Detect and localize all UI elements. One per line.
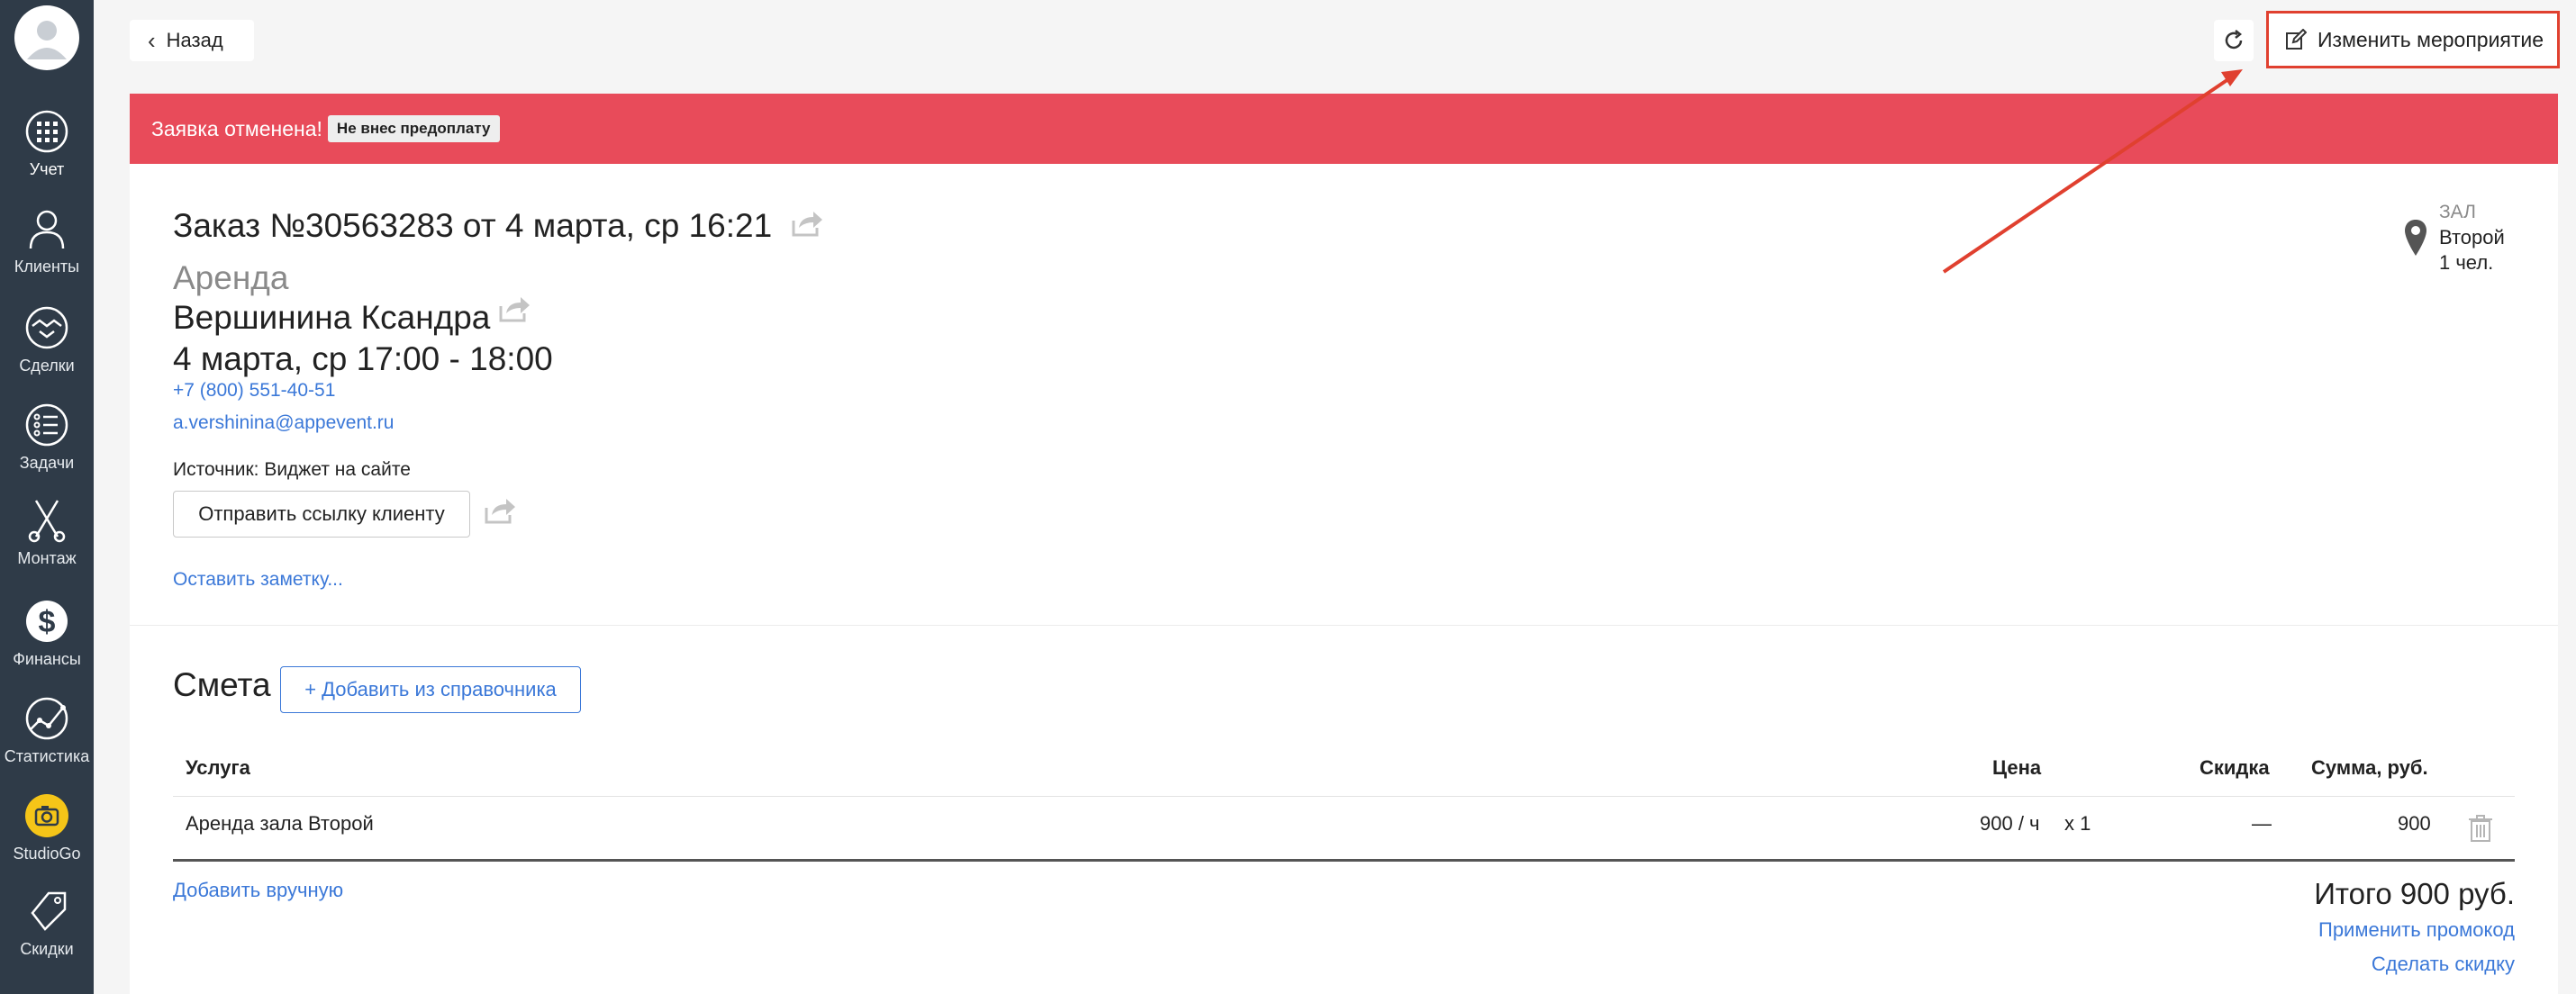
sidebar-item-label: Задачи [19, 454, 75, 472]
status-text: Заявка отменена! [151, 116, 322, 140]
table-cell-service: Аренда зала Второй [186, 812, 374, 835]
dollar-icon: $ [26, 601, 68, 642]
user-avatar-icon [27, 21, 67, 59]
table-cell-sum: 900 [2398, 812, 2431, 835]
column-header-discount: Скидка [2200, 756, 2270, 779]
client-name-text[interactable]: Вершинина Ксандра [173, 299, 490, 337]
table-cell-discount[interactable]: — [2252, 812, 2272, 836]
user-icon [29, 210, 65, 249]
client-phone-link[interactable]: +7 (800) 551-40-51 [173, 380, 335, 402]
sidebar-item-label: Учет [29, 160, 65, 178]
edit-icon [2286, 29, 2307, 50]
back-button-label: Назад [166, 29, 223, 51]
add-from-catalog-label: + Добавить из справочника [304, 678, 557, 700]
refresh-icon [2225, 30, 2243, 50]
leave-note-link[interactable]: Оставить заметку... [173, 569, 343, 591]
refresh-button[interactable] [2214, 20, 2254, 61]
hall-name: Второй [2439, 226, 2505, 248]
hall-info: ЗАЛ Второй 1 чел. [2403, 200, 2505, 276]
sale-tag-icon [31, 891, 67, 931]
sidebar-item-deals[interactable]: Сделки [0, 304, 94, 375]
delete-row-icon[interactable] [2468, 814, 2493, 847]
sidebar-item-studiogo[interactable]: StudioGo [0, 792, 94, 863]
column-header-service: Услуга [186, 756, 250, 779]
order-title: Заказ №30563283 от 4 марта, ср 16:21 [173, 207, 824, 245]
sidebar-item-statistics[interactable]: Статистика [0, 695, 94, 766]
client-name: Вершинина Ксандра [173, 297, 531, 337]
sidebar-item-tasks[interactable]: Задачи [0, 402, 94, 473]
order-card: Заявка отменена! Не внес предоплату Зака… [130, 94, 2558, 994]
send-link-label: Отправить ссылку клиенту [198, 502, 445, 525]
sidebar-item-label: Сделки [19, 357, 75, 375]
tasks-icon [25, 403, 68, 447]
scissors-icon [28, 500, 66, 543]
camera-icon [25, 794, 68, 837]
edit-event-label: Изменить мероприятие [2317, 27, 2544, 51]
avatar[interactable] [14, 5, 79, 70]
section-divider [130, 625, 2558, 626]
status-badge: Не внес предоплату [327, 115, 500, 142]
apply-promo-link[interactable]: Применить промокод [2318, 918, 2515, 942]
sidebar-item-label: Финансы [13, 650, 81, 668]
status-banner: Заявка отменена! Не внес предоплату [130, 94, 2558, 164]
client-email-link[interactable]: a.vershinina@appevent.ru [173, 412, 394, 434]
table-bottom-border [173, 859, 2515, 862]
table-cell-qty[interactable]: x 1 [2064, 812, 2091, 836]
location-pin-icon [2405, 220, 2426, 256]
add-from-catalog-button[interactable]: + Добавить из справочника [280, 666, 581, 713]
sidebar-item-label: Монтаж [17, 549, 77, 567]
table-divider [173, 796, 2515, 797]
order-type: Аренда [173, 259, 289, 296]
send-link-button[interactable]: Отправить ссылку клиенту [173, 491, 470, 538]
sidebar-item-label: Статистика [4, 747, 90, 765]
sidebar-item-montage[interactable]: Монтаж [0, 497, 94, 568]
sidebar-item-clients[interactable]: Клиенты [0, 205, 94, 276]
chart-icon [25, 697, 68, 740]
calendar-icon [25, 110, 68, 153]
add-manually-link[interactable]: Добавить вручную [173, 879, 343, 902]
handshake-icon [25, 306, 68, 349]
share-icon[interactable] [485, 497, 517, 529]
share-icon[interactable] [792, 207, 824, 245]
sidebar-item-label: Клиенты [14, 258, 80, 276]
chevron-left-icon: ‹ [148, 26, 156, 54]
sidebar-item-finance[interactable]: $ Финансы [0, 598, 94, 669]
sidebar-item-accounting[interactable]: Учет [0, 108, 94, 179]
sidebar-item-label: StudioGo [13, 845, 81, 863]
estimate-total: Итого 900 руб. [2314, 877, 2515, 910]
column-header-price: Цена [1992, 756, 2042, 779]
share-icon[interactable] [499, 293, 531, 330]
edit-event-button[interactable]: Изменить мероприятие [2266, 11, 2560, 68]
sidebar-item-label: Скидки [20, 940, 74, 958]
make-discount-link[interactable]: Сделать скидку [2372, 953, 2515, 976]
event-datetime: 4 марта, ср 17:00 - 18:00 [173, 340, 553, 377]
order-title-text: Заказ №30563283 от 4 марта, ср 16:21 [173, 207, 773, 244]
sidebar-item-discounts[interactable]: Скидки [0, 888, 94, 959]
hall-people: 1 чел. [2439, 251, 2494, 274]
svg-text:$: $ [39, 605, 56, 639]
column-header-sum: Сумма, руб. [2311, 756, 2428, 779]
hall-label: ЗАЛ [2439, 202, 2476, 222]
order-source: Источник: Виджет на сайте [173, 459, 411, 480]
back-button[interactable]: ‹ Назад [130, 20, 254, 61]
table-cell-price: 900 / ч [1980, 812, 2040, 835]
sidebar: Учет Клиенты Сделки Задачи Монтаж $ Фина… [0, 0, 94, 994]
estimate-title: Смета [173, 666, 271, 703]
